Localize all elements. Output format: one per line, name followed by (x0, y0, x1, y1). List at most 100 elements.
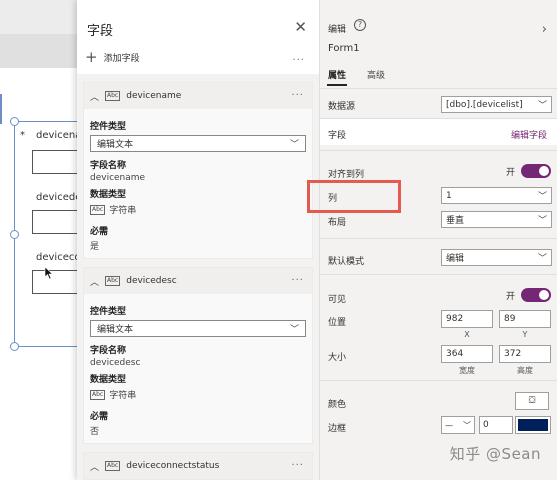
chevron-down-icon: ﹀ (537, 192, 547, 202)
required-value: 是 (90, 242, 100, 252)
close-icon[interactable]: ✕ (294, 18, 307, 36)
fields-panel-header: 字段 ✕ (77, 0, 319, 44)
resize-handle-bottom-left[interactable] (10, 342, 19, 351)
divider (320, 380, 557, 381)
border-color-swatch (518, 419, 548, 431)
canvas-toolbar (0, 0, 80, 34)
control-type-select[interactable]: 编辑文本 ﹀ (90, 320, 306, 337)
field-name-value: devicedesc (90, 358, 141, 368)
color-label: 颜色 (328, 400, 347, 410)
highlight-annotation (307, 180, 401, 213)
field-card-header[interactable]: ︿ Abc deviceconnectstatus ··· (84, 453, 312, 479)
snap-columns-state: 开 (505, 167, 515, 178)
columns-value: 1 (446, 190, 452, 201)
data-type-value: 字符串 (109, 206, 137, 216)
data-source-label: 数据源 (328, 102, 356, 112)
edit-label: 编辑 (328, 25, 347, 35)
data-source-select[interactable]: [dbo].[devicelist] ﹀ (441, 96, 552, 113)
y-axis-label: Y (522, 330, 528, 339)
more-options-icon[interactable]: ··· (291, 90, 304, 101)
divider (320, 238, 557, 239)
more-options-icon[interactable]: ··· (291, 275, 304, 286)
visible-toggle[interactable] (521, 288, 551, 302)
layout-label: 布局 (328, 218, 347, 228)
chevron-up-icon[interactable]: ︿ (90, 275, 99, 288)
border-style-select[interactable]: — ﹀ (441, 416, 475, 434)
required-label: 必需 (90, 412, 109, 422)
layout-select[interactable]: 垂直 ﹀ (441, 211, 552, 228)
field-name-label: 字段名称 (90, 161, 127, 171)
resize-handle-top-left[interactable] (10, 117, 19, 126)
position-y-input[interactable]: 89 (499, 310, 551, 328)
border-label: 边框 (328, 424, 347, 434)
form-name: Form1 (328, 43, 360, 54)
fill-color-button[interactable]: ⛋ (515, 392, 549, 410)
control-type-value: 编辑文本 (97, 325, 134, 335)
field-card-name: devicedesc (126, 276, 177, 286)
width-input[interactable]: 364 (441, 345, 493, 363)
border-width-input[interactable]: 0 (479, 416, 513, 434)
fields-panel: 字段 ✕ + 添加字段 ··· ︿ Abc devicename ··· 控件类… (77, 0, 319, 480)
default-mode-label: 默认模式 (328, 257, 365, 267)
chevron-down-icon: ﹀ (537, 101, 547, 111)
text-type-icon: Abc (105, 91, 121, 101)
control-type-select[interactable]: 编辑文本 ﹀ (90, 135, 306, 152)
field-card-name: devicename (126, 91, 182, 101)
control-type-label: 控件类型 (90, 307, 127, 317)
chevron-right-icon[interactable]: › (542, 22, 547, 37)
divider (320, 88, 557, 89)
field-card-header[interactable]: ︿ Abc devicename ··· (84, 83, 312, 109)
resize-handle-mid-left[interactable] (10, 230, 19, 239)
fields-panel-title: 字段 (87, 24, 114, 39)
chevron-up-icon[interactable]: ︿ (90, 90, 99, 103)
mouse-cursor-icon (44, 266, 54, 280)
more-options-icon[interactable]: ··· (292, 55, 305, 66)
field-card-name: deviceconnectstatus (126, 461, 220, 471)
data-source-value: [dbo].[devicelist] (446, 99, 523, 110)
add-field-button[interactable]: + 添加字段 (85, 50, 140, 65)
snap-columns-toggle[interactable] (521, 164, 551, 178)
chevron-down-icon: ﹀ (289, 325, 299, 335)
line-style-icon: — (445, 420, 453, 430)
paint-bucket-icon: ⛋ (528, 396, 536, 406)
add-field-label: 添加字段 (103, 54, 140, 64)
visible-state: 开 (505, 291, 515, 302)
tab-advanced[interactable]: 高级 (367, 68, 385, 81)
x-axis-label: X (464, 330, 470, 339)
default-mode-select[interactable]: 编辑 ﹀ (441, 249, 552, 266)
default-mode-value: 编辑 (446, 254, 465, 264)
columns-select[interactable]: 1 ﹀ (441, 187, 552, 204)
field-card: ︿ Abc devicename ··· 控件类型 编辑文本 ﹀ 字段名称 de… (83, 82, 313, 259)
edit-fields-link[interactable]: 编辑字段 (511, 128, 547, 141)
chevron-down-icon: ﹀ (463, 420, 471, 430)
height-input[interactable]: 372 (499, 345, 551, 363)
field-card-header[interactable]: ︿ Abc devicedesc ··· (84, 268, 312, 294)
properties-panel: 编辑 ? › Form1 属性 高级 数据源 [dbo].[devicelist… (319, 0, 557, 480)
watermark: 知乎 @Sean (449, 445, 541, 463)
position-x-input[interactable]: 982 (441, 310, 493, 328)
data-type-label: 数据类型 (90, 190, 127, 200)
chevron-down-icon: ﹀ (537, 254, 547, 264)
selection-accent (0, 94, 2, 124)
chevron-up-icon[interactable]: ︿ (90, 460, 99, 473)
required-value: 否 (90, 427, 100, 437)
divider (320, 150, 557, 151)
more-options-icon[interactable]: ··· (291, 460, 304, 471)
help-icon[interactable]: ? (354, 19, 366, 31)
required-label: 必需 (90, 227, 109, 237)
text-type-icon: Abc (90, 204, 106, 215)
fields-list: ︿ Abc devicename ··· 控件类型 编辑文本 ﹀ 字段名称 de… (77, 74, 319, 480)
height-label: 高度 (517, 366, 533, 375)
border-color-button[interactable] (515, 416, 551, 434)
control-type-value: 编辑文本 (97, 140, 134, 150)
position-label: 位置 (328, 318, 347, 328)
snap-columns-label: 对齐到列 (328, 170, 365, 180)
tab-properties[interactable]: 属性 (326, 68, 348, 86)
layout-value: 垂直 (446, 216, 465, 226)
data-type-value: 字符串 (109, 391, 137, 401)
divider (320, 274, 557, 275)
canvas-area: * devicena devicede deviceco (0, 0, 94, 480)
field-card: ︿ Abc deviceconnectstatus ··· (83, 452, 313, 480)
fields-label: 字段 (328, 131, 347, 141)
canvas-field-label: devicede (36, 192, 82, 203)
